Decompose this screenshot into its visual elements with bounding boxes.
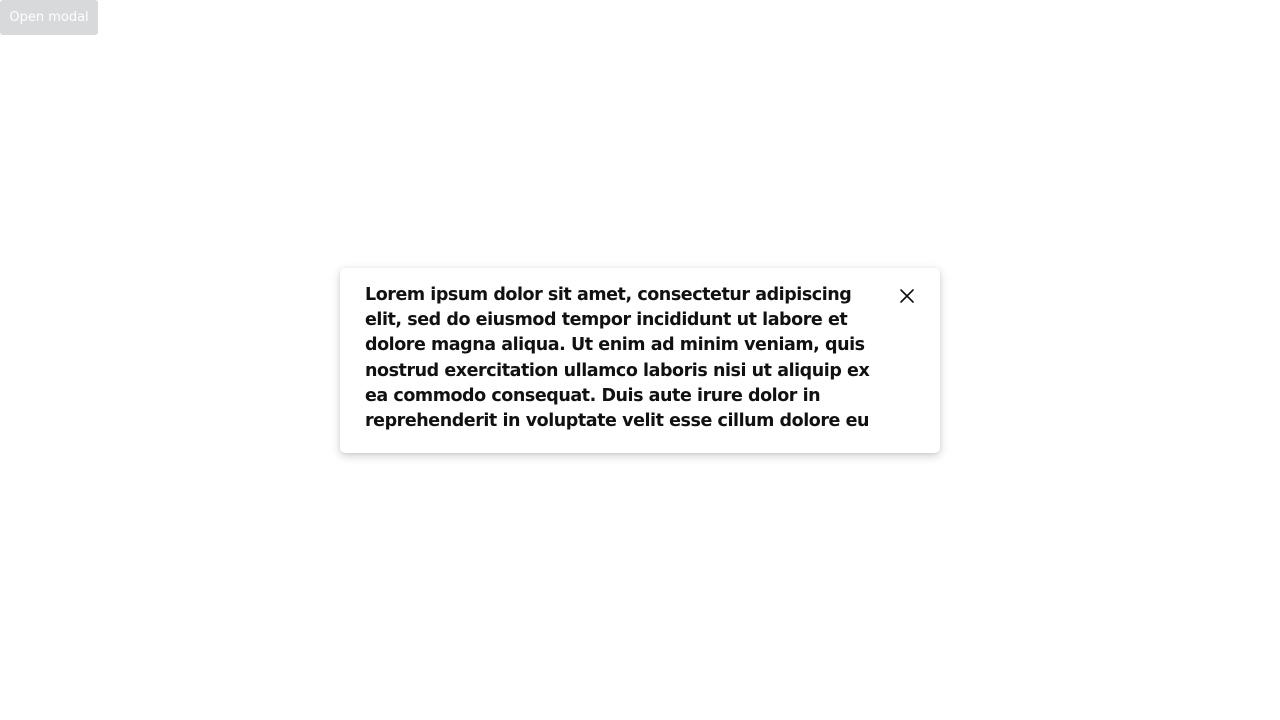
page: Open modal Lorem ipsum dolor sit amet, c…	[0, 0, 1280, 720]
close-icon	[900, 289, 914, 303]
open-modal-button[interactable]: Open modal	[0, 0, 98, 35]
modal-dialog: Lorem ipsum dolor sit amet, consectetur …	[340, 268, 940, 453]
modal-close-button[interactable]	[895, 284, 919, 308]
modal-body-text: Lorem ipsum dolor sit amet, consectetur …	[365, 285, 870, 432]
